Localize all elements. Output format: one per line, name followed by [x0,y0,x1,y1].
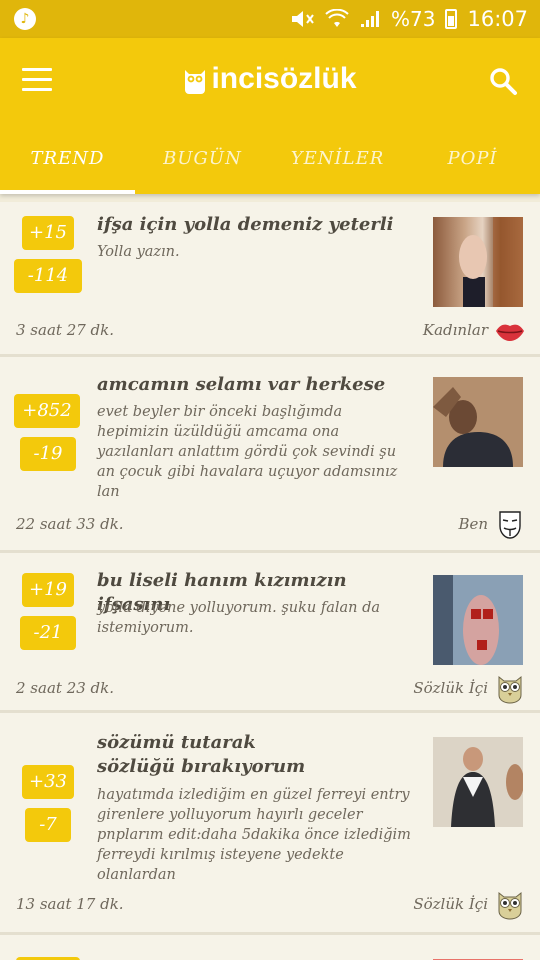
entry-thumbnail[interactable] [433,575,523,665]
app-bar: incisözlük TREND BUGÜN YENİLER POPİ [0,38,540,194]
entry-category[interactable]: Kadınlar [423,321,488,339]
photo-figure [433,737,523,827]
entry-body: Yolla yazın. [97,244,180,260]
tab-trend[interactable]: TREND [0,138,135,194]
upvote-button[interactable]: +33 [22,765,74,799]
status-icons: %73 16:07 [289,0,528,38]
entry-time: 3 saat 27 dk. [16,321,115,339]
downvote-button[interactable]: -21 [20,616,76,650]
tab-bar: TREND BUGÜN YENİLER POPİ [0,138,540,194]
entry-thumbnail[interactable] [433,377,523,467]
entry-thumbnail[interactable] [433,217,523,307]
entry-time: 13 saat 17 dk. [16,895,124,913]
signal-icon [361,11,380,27]
entry-category[interactable]: Sözlük İçi [413,895,488,913]
entry-thumbnail[interactable] [433,737,523,827]
entry-card[interactable]: +19 -21 bu liseli hanım kızımızın ifşası… [0,553,540,713]
battery-percent: %73 [391,7,436,31]
entry-title[interactable]: sözümü tutarak sözlüğü bırakıyorum [97,731,337,779]
entry-card[interactable]: +15 -114 ifşa için yolla demeniz yeterli… [0,202,540,357]
mask-icon [499,511,521,539]
logo-text: incisözlük [211,62,357,95]
owl-icon [498,891,522,920]
mute-icon [292,11,314,27]
entry-time: 22 saat 33 dk. [16,515,124,533]
upvote-button[interactable]: +852 [14,394,80,428]
entry-title[interactable]: ifşa için yolla demeniz yeterli [97,213,417,237]
status-bar: ♪ %73 16:07 [0,0,540,38]
wifi-icon [325,9,349,27]
lips-icon [496,324,524,341]
photo-figure [459,217,523,307]
entry-feed[interactable]: +15 -114 ifşa için yolla demeniz yeterli… [0,194,540,960]
photo-figure [433,575,523,665]
downvote-button[interactable]: -19 [20,437,76,471]
entry-category[interactable]: Sözlük İçi [413,679,488,697]
entry-time: 2 saat 23 dk. [16,679,115,697]
tab-bugun[interactable]: BUGÜN [135,138,270,194]
entry-body: yolla diyene yolluyorum. şuku falan da i… [97,600,381,636]
tab-yeniler[interactable]: YENİLER [270,138,405,194]
entry-category[interactable]: Ben [458,515,488,533]
owl-logo-icon [185,70,206,94]
entry-title[interactable]: amcamın selamı var herkese [97,373,417,397]
entry-card[interactable]: +33 -7 sözümü tutarak sözlüğü bırakıyoru… [0,713,540,935]
photo-figure [433,377,523,467]
entry-card[interactable]: +852 -19 amcamın selamı var herkese evet… [0,357,540,553]
clock: 16:07 [467,7,528,31]
downvote-button[interactable]: -7 [25,808,71,842]
app-logo: incisözlük [0,62,540,96]
search-icon[interactable] [488,66,518,96]
entry-body: hayatımda izlediğim en güzel ferreyi ent… [97,787,411,883]
battery-icon [445,9,458,29]
music-note-icon: ♪ [14,8,36,30]
downvote-button[interactable]: -114 [14,259,82,293]
entry-card-partial[interactable] [0,935,540,960]
upvote-button[interactable]: +15 [22,216,74,250]
tab-popi[interactable]: POPİ [405,138,540,194]
upvote-button[interactable]: +19 [22,573,74,607]
entry-body: evet beyler bir önceki başlığımda hepimi… [97,404,398,500]
owl-icon [498,675,522,704]
